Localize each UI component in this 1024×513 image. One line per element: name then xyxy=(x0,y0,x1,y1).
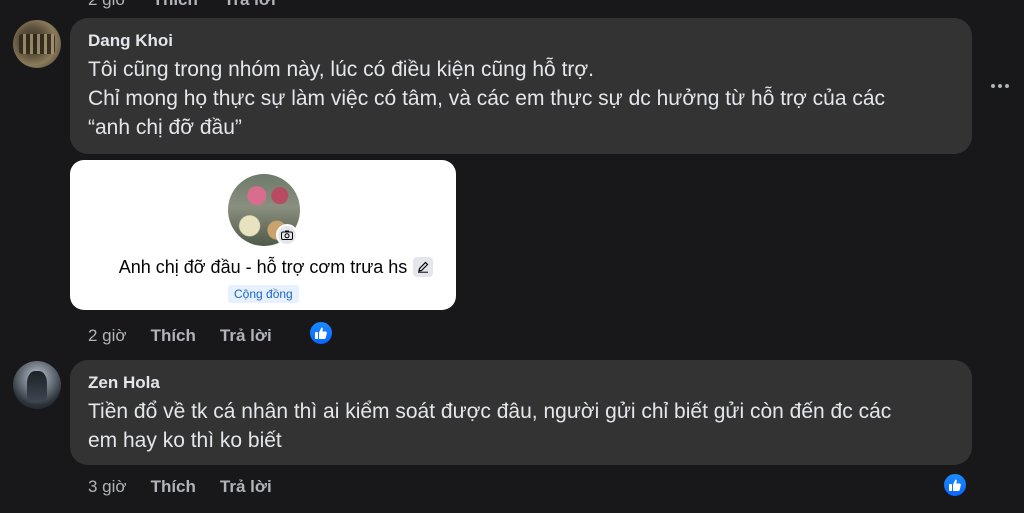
comment-author[interactable]: Zen Hola xyxy=(88,372,954,394)
avatar[interactable] xyxy=(13,361,61,409)
comment-line: Tiền đổ về tk cá nhân thì ai kiểm soát đ… xyxy=(88,400,892,423)
comment-author[interactable]: Dang Khoi xyxy=(88,30,954,52)
community-badge: Cộng đồng xyxy=(228,285,299,303)
avatar[interactable] xyxy=(13,20,61,68)
comment-actions: 3 giờ Thích Trả lời xyxy=(88,477,272,497)
reply-link[interactable]: Trả lời xyxy=(220,477,272,497)
like-link[interactable]: Thích xyxy=(153,0,198,10)
comment-text: Tiền đổ về tk cá nhân thì ai kiểm soát đ… xyxy=(88,397,954,455)
comment-time[interactable]: 3 giờ xyxy=(88,477,127,497)
comment-time[interactable]: 2 giờ xyxy=(88,326,127,346)
dot xyxy=(998,84,1002,88)
thumbs-up-icon[interactable] xyxy=(942,472,968,498)
reply-link[interactable]: Trả lời xyxy=(220,326,272,346)
pencil-icon[interactable] xyxy=(413,257,433,277)
comment-line: em hay ko thì ko biết xyxy=(88,429,282,452)
comment-time[interactable]: 2 giờ xyxy=(88,0,127,10)
comment-bubble: Dang Khoi Tôi cũng trong nhóm này, lúc c… xyxy=(70,18,972,154)
shared-group-card[interactable]: Anh chị đỡ đầu - hỗ trợ cơm trưa hs Cộng… xyxy=(70,160,456,310)
comment-bubble: Zen Hola Tiền đổ về tk cá nhân thì ai ki… xyxy=(70,360,972,465)
reply-link[interactable]: Trả lời xyxy=(224,0,276,10)
comment-line: “anh chị đỡ đầu” xyxy=(88,116,242,139)
previous-comment-actions: 2 giờ Thích Trả lời xyxy=(88,0,276,10)
dot xyxy=(1005,84,1009,88)
like-link[interactable]: Thích xyxy=(151,477,196,497)
comment-text: Tôi cũng trong nhóm này, lúc có điều kiệ… xyxy=(88,55,954,142)
thumbs-up-icon[interactable] xyxy=(308,320,334,346)
like-link[interactable]: Thích xyxy=(151,326,196,346)
more-horizontal-icon xyxy=(991,84,995,88)
comment-actions: 2 giờ Thích Trả lời xyxy=(88,326,272,346)
group-name[interactable]: Anh chị đỡ đầu - hỗ trợ cơm trưa hs xyxy=(70,257,456,278)
comment-line: Chỉ mong họ thực sự làm việc có tâm, và … xyxy=(88,87,886,110)
more-options-button[interactable] xyxy=(988,76,1012,96)
camera-icon[interactable] xyxy=(276,224,298,246)
comment-line: Tôi cũng trong nhóm này, lúc có điều kiệ… xyxy=(88,58,594,81)
